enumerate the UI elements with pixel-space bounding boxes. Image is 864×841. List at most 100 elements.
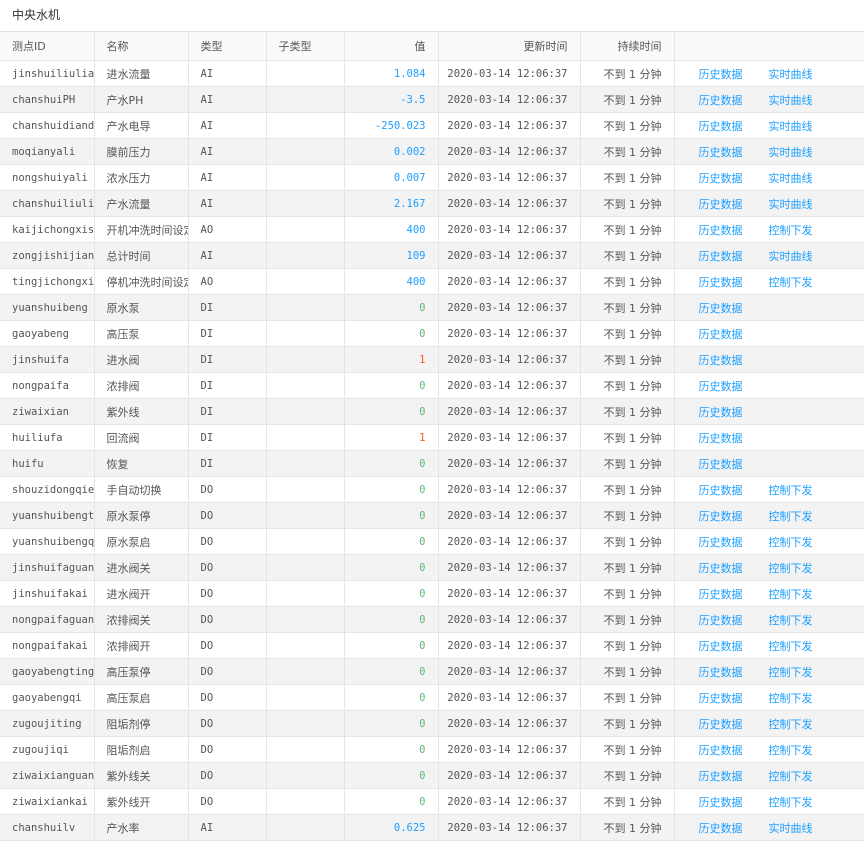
history-data-link[interactable]: 历史数据 — [699, 638, 769, 654]
duration-cell: 不到 1 分钟 — [580, 216, 675, 243]
history-data-link[interactable]: 历史数据 — [699, 612, 769, 628]
history-data-link[interactable]: 历史数据 — [699, 690, 769, 706]
duration-cell: 不到 1 分钟 — [580, 294, 675, 321]
point-name-cell: 恢复 — [94, 450, 189, 477]
history-data-link[interactable]: 历史数据 — [699, 534, 769, 550]
history-data-link[interactable]: 历史数据 — [699, 768, 769, 784]
actions-cell: 历史数据 控制下发 — [674, 658, 864, 685]
column-header-update-time[interactable]: 更新时间 — [438, 32, 581, 61]
history-data-link[interactable]: 历史数据 — [699, 716, 769, 732]
point-type-cell: AI — [188, 86, 267, 113]
control-send-link[interactable]: 控制下发 — [769, 716, 813, 732]
point-subtype-cell — [266, 502, 345, 529]
history-data-link[interactable]: 历史数据 — [699, 560, 769, 576]
control-send-link[interactable]: 控制下发 — [769, 560, 813, 576]
table-row: nongpaifa 浓排阀 DI 0 2020-03-14 12:06:37 不到 1 分… — [0, 372, 864, 399]
point-name-cell: 进水阀 — [94, 346, 189, 373]
history-data-link[interactable]: 历史数据 — [699, 118, 769, 134]
actions-cell: 历史数据 — [674, 294, 864, 321]
control-send-link[interactable]: 控制下发 — [769, 482, 813, 498]
history-data-link[interactable]: 历史数据 — [699, 586, 769, 602]
column-header-id[interactable]: 测点ID — [0, 32, 95, 61]
point-value-cell: 1.084 — [344, 60, 439, 87]
realtime-curve-link[interactable]: 实时曲线 — [769, 92, 813, 108]
point-id-cell: ziwaixianguan — [0, 762, 95, 789]
realtime-curve-link[interactable]: 实时曲线 — [769, 248, 813, 264]
update-time-cell: 2020-03-14 12:06:37 — [438, 450, 581, 477]
realtime-curve-link[interactable]: 实时曲线 — [769, 196, 813, 212]
realtime-curve-link[interactable]: 实时曲线 — [769, 66, 813, 82]
control-send-link[interactable]: 控制下发 — [769, 534, 813, 550]
history-data-link[interactable]: 历史数据 — [699, 352, 769, 368]
table-row: nongpaifakai 浓排阀开 DO 0 2020-03-14 12:06:37 不到… — [0, 632, 864, 659]
history-data-link[interactable]: 历史数据 — [699, 222, 769, 238]
update-time-cell: 2020-03-14 12:06:37 — [438, 372, 581, 399]
column-header-name[interactable]: 名称 — [94, 32, 189, 61]
control-send-link[interactable]: 控制下发 — [769, 638, 813, 654]
point-subtype-cell — [266, 398, 345, 425]
history-data-link[interactable]: 历史数据 — [699, 664, 769, 680]
point-type-cell: DO — [188, 632, 267, 659]
column-header-value[interactable]: 值 — [344, 32, 439, 61]
duration-cell: 不到 1 分钟 — [580, 476, 675, 503]
control-send-link[interactable]: 控制下发 — [769, 690, 813, 706]
column-header-duration[interactable]: 持续时间 — [580, 32, 675, 61]
update-time-cell: 2020-03-14 12:06:37 — [438, 632, 581, 659]
history-data-link[interactable]: 历史数据 — [699, 248, 769, 264]
table-row: jinshuifa 进水阀 DI 1 2020-03-14 12:06:37 不到 1 分… — [0, 346, 864, 373]
point-id-cell: jinshuiliuliang — [0, 60, 95, 87]
point-value-cell: 0.002 — [344, 138, 439, 165]
column-header-subtype[interactable]: 子类型 — [266, 32, 345, 61]
point-subtype-cell — [266, 372, 345, 399]
history-data-link[interactable]: 历史数据 — [699, 508, 769, 524]
point-name-cell: 产水电导 — [94, 112, 189, 139]
control-send-link[interactable]: 控制下发 — [769, 586, 813, 602]
control-send-link[interactable]: 控制下发 — [769, 508, 813, 524]
points-table: 测点ID 名称 类型 子类型 值 更新时间 持续时间 jinshuiliulia… — [0, 32, 864, 841]
point-name-cell: 进水流量 — [94, 60, 189, 87]
control-send-link[interactable]: 控制下发 — [769, 794, 813, 810]
point-subtype-cell — [266, 424, 345, 451]
realtime-curve-link[interactable]: 实时曲线 — [769, 118, 813, 134]
control-send-link[interactable]: 控制下发 — [769, 222, 813, 238]
point-value-cell: 0 — [344, 502, 439, 529]
history-data-link[interactable]: 历史数据 — [699, 378, 769, 394]
update-time-cell: 2020-03-14 12:06:37 — [438, 710, 581, 737]
history-data-link[interactable]: 历史数据 — [699, 404, 769, 420]
history-data-link[interactable]: 历史数据 — [699, 66, 769, 82]
point-id-cell: shouzidongqiehuan — [0, 476, 95, 503]
history-data-link[interactable]: 历史数据 — [699, 274, 769, 290]
history-data-link[interactable]: 历史数据 — [699, 170, 769, 186]
realtime-curve-link[interactable]: 实时曲线 — [769, 820, 813, 836]
history-data-link[interactable]: 历史数据 — [699, 300, 769, 316]
control-send-link[interactable]: 控制下发 — [769, 664, 813, 680]
history-data-link[interactable]: 历史数据 — [699, 742, 769, 758]
history-data-link[interactable]: 历史数据 — [699, 144, 769, 160]
column-header-type[interactable]: 类型 — [188, 32, 267, 61]
control-send-link[interactable]: 控制下发 — [769, 768, 813, 784]
control-send-link[interactable]: 控制下发 — [769, 612, 813, 628]
point-subtype-cell — [266, 268, 345, 295]
history-data-link[interactable]: 历史数据 — [699, 196, 769, 212]
history-data-link[interactable]: 历史数据 — [699, 92, 769, 108]
table-row: yuanshuibeng 原水泵 DI 0 2020-03-14 12:06:37 不到 … — [0, 294, 864, 321]
point-name-cell: 阻垢剂停 — [94, 710, 189, 737]
actions-cell: 历史数据 控制下发 — [674, 606, 864, 633]
history-data-link[interactable]: 历史数据 — [699, 456, 769, 472]
point-type-cell: DO — [188, 606, 267, 633]
control-send-link[interactable]: 控制下发 — [769, 274, 813, 290]
point-type-cell: DI — [188, 346, 267, 373]
history-data-link[interactable]: 历史数据 — [699, 430, 769, 446]
realtime-curve-link[interactable]: 实时曲线 — [769, 170, 813, 186]
point-id-cell: yuanshuibengqi — [0, 528, 95, 555]
point-value-cell: -3.5 — [344, 86, 439, 113]
control-send-link[interactable]: 控制下发 — [769, 742, 813, 758]
realtime-curve-link[interactable]: 实时曲线 — [769, 144, 813, 160]
history-data-link[interactable]: 历史数据 — [699, 326, 769, 342]
history-data-link[interactable]: 历史数据 — [699, 794, 769, 810]
history-data-link[interactable]: 历史数据 — [699, 820, 769, 836]
history-data-link[interactable]: 历史数据 — [699, 482, 769, 498]
point-id-cell: yuanshuibeng — [0, 294, 95, 321]
table-row: huiliufa 回流阀 DI 1 2020-03-14 12:06:37 不到 1 分钟… — [0, 424, 864, 451]
point-subtype-cell — [266, 736, 345, 763]
